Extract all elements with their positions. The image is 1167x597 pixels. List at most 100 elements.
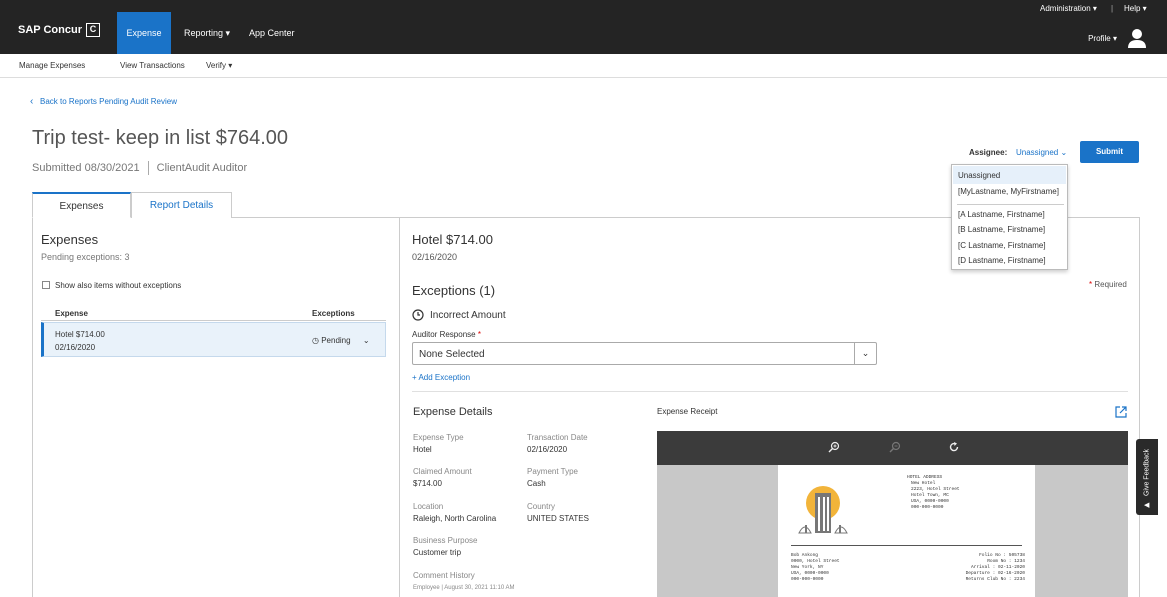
panel-border <box>32 218 33 597</box>
assignee-option[interactable]: [B Lastname, Firstname] <box>958 225 1045 234</box>
col-header-exceptions: Exceptions <box>312 309 355 318</box>
submit-button[interactable]: Submit <box>1080 141 1139 163</box>
receipt-viewer: HOTEL ADDRESS New Hotel 2223, Hotel Stre… <box>657 431 1128 597</box>
megaphone-icon: ◀ <box>1144 502 1150 509</box>
assignee-label: Assignee: <box>969 148 1008 157</box>
field-value: Raleigh, North Carolina <box>413 514 497 523</box>
expenses-heading: Expenses <box>41 232 99 247</box>
report-subtitle: Submitted 08/30/2021 ClientAudit Auditor <box>32 161 247 175</box>
exception-name: Incorrect Amount <box>430 310 506 321</box>
field-value: 02/16/2020 <box>527 445 568 454</box>
add-exception-link[interactable]: + Add Exception <box>412 373 470 382</box>
rotate-icon[interactable] <box>948 441 960 453</box>
receipt-line: 000-000-0000 <box>911 505 944 510</box>
back-link[interactable]: Back to Reports Pending Audit Review <box>40 97 177 106</box>
field-label: Claimed Amount <box>413 467 472 476</box>
auditor-name: ClientAudit Auditor <box>156 161 248 174</box>
col-header-expense: Expense <box>55 309 88 318</box>
brand-logo[interactable]: SAP Concur C <box>18 23 100 37</box>
exceptions-heading: Exceptions (1) <box>412 283 496 298</box>
field-label: Expense Type <box>413 433 464 442</box>
clock-icon: ◷ <box>312 336 319 345</box>
chevron-down-icon: ⌄ <box>1060 148 1068 157</box>
show-all-label[interactable]: Show also items without exceptions <box>55 281 181 290</box>
field-label: Location <box>413 502 444 511</box>
assignee-value: Unassigned <box>1016 148 1059 157</box>
assignee-option[interactable]: [A Lastname, Firstname] <box>958 210 1045 219</box>
profile-menu[interactable]: Profile ▾ <box>1088 34 1117 43</box>
comment-meta: Employee | August 30, 2021 11:10 AM <box>413 585 515 591</box>
required-note: * Required <box>1089 280 1127 289</box>
expense-row-status[interactable]: ◷ Pending ⌄ <box>312 336 370 345</box>
field-value: Hotel <box>413 445 432 454</box>
divider <box>412 391 1128 392</box>
expense-row-title: Hotel $714.00 <box>55 330 105 339</box>
assignee-dropdown-menu: Unassigned [MyLastname, MyFirstname] [A … <box>951 164 1068 270</box>
help-menu[interactable]: Help ▾ <box>1124 4 1147 13</box>
divider <box>41 320 386 321</box>
topbar-divider: | <box>1111 4 1114 13</box>
field-label: Comment History <box>413 571 475 580</box>
nav-expense[interactable]: Expense <box>117 12 171 54</box>
auditor-response-select[interactable]: None Selected ⌄ <box>412 342 877 365</box>
auditor-response-label: Auditor Response * <box>412 330 481 339</box>
divider <box>147 161 149 175</box>
receipt-line: Returns Club No : 2234 <box>965 577 1025 582</box>
receipt-line: 000-000-0000 <box>791 577 824 582</box>
chevron-down-icon[interactable]: ⌄ <box>363 336 370 345</box>
top-bar: SAP Concur C Expense Reporting ▾ App Cen… <box>0 0 1167 54</box>
expense-heading: Hotel $714.00 <box>412 232 493 247</box>
sub-navigation: Manage Expenses View Transactions Verify… <box>0 54 1167 78</box>
submitted-date: Submitted 08/30/2021 <box>32 161 140 174</box>
dropdown-divider <box>957 204 1064 205</box>
external-link-icon[interactable] <box>1114 405 1128 419</box>
assignee-option[interactable]: [MyLastname, MyFirstname] <box>958 187 1059 196</box>
select-value: None Selected <box>419 349 485 360</box>
brand-name: SAP Concur <box>18 24 82 36</box>
field-value: UNITED STATES <box>527 514 589 523</box>
subnav-manage-expenses[interactable]: Manage Expenses <box>19 61 85 70</box>
hotel-address-block: HOTEL ADDRESS New Hotel 2223, Hotel Stre… <box>907 475 960 511</box>
concur-c-icon: C <box>85 23 100 37</box>
zoom-in-icon[interactable] <box>828 441 840 453</box>
feedback-label: Give Feedback <box>1143 448 1151 497</box>
field-label: Transaction Date <box>527 433 588 442</box>
required-text: Required <box>1094 280 1127 289</box>
field-value: Customer trip <box>413 548 462 557</box>
show-all-checkbox[interactable] <box>42 281 50 289</box>
hotel-logo-icon <box>798 486 848 534</box>
subnav-view-transactions[interactable]: View Transactions <box>120 61 185 70</box>
receipt-divider <box>791 545 1022 546</box>
assignee-option[interactable]: [D Lastname, Firstname] <box>958 256 1046 265</box>
folio-block: Folio No : 505738 Room No : 1234 Arrival… <box>935 553 1025 583</box>
zoom-out-icon[interactable] <box>889 441 901 453</box>
assignee-option[interactable]: Unassigned <box>958 171 1000 180</box>
tab-expenses[interactable]: Expenses <box>32 192 131 218</box>
nav-reporting[interactable]: Reporting ▾ <box>184 12 230 54</box>
assignee-option[interactable]: [C Lastname, Firstname] <box>958 241 1046 250</box>
chevron-down-icon[interactable]: ⌄ <box>854 343 876 364</box>
field-label: Payment Type <box>527 467 578 476</box>
field-value: Cash <box>527 479 546 488</box>
nav-app-center[interactable]: App Center <box>249 12 295 54</box>
assignee-dropdown[interactable]: Unassigned ⌄ <box>1016 148 1067 157</box>
field-label: Country <box>527 502 556 511</box>
page-title: Trip test- keep in list $764.00 <box>32 127 289 149</box>
guest-block: Bob Ankong 0000, Hotel Street New York, … <box>791 553 840 583</box>
pending-exceptions: Pending exceptions: 3 <box>41 252 130 262</box>
status-text: Pending <box>321 336 351 345</box>
user-avatar-icon[interactable] <box>1127 28 1147 48</box>
field-label: Business Purpose <box>413 536 478 545</box>
expense-row-date: 02/16/2020 <box>55 343 96 352</box>
chevron-left-icon[interactable]: ‹ <box>30 96 33 107</box>
subnav-verify[interactable]: Verify ▾ <box>206 61 232 70</box>
label-text: Auditor Response <box>412 330 476 339</box>
administration-menu[interactable]: Administration ▾ <box>1040 4 1097 13</box>
clock-icon <box>412 309 424 321</box>
receipt-toolbar <box>657 431 1128 465</box>
expense-date: 02/16/2020 <box>412 252 458 262</box>
expense-receipt-heading: Expense Receipt <box>657 407 718 416</box>
tab-report-details[interactable]: Report Details <box>131 192 232 218</box>
give-feedback-button[interactable]: Give Feedback ◀ <box>1136 439 1158 515</box>
panel-border <box>1139 218 1140 597</box>
